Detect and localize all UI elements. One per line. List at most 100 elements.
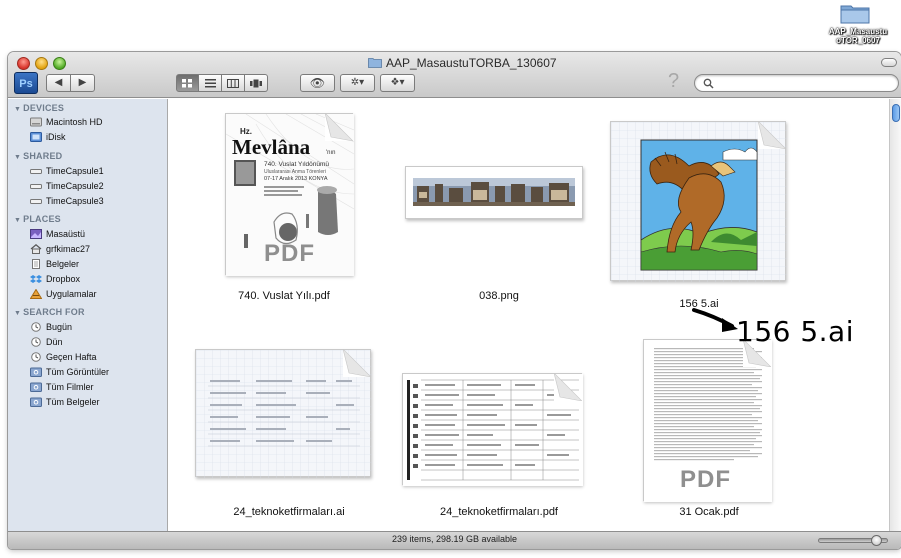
sidebar-item-bugun[interactable]: Bugün	[30, 320, 72, 334]
status-text: 239 items, 298.19 GB available	[391, 534, 518, 544]
sidebar-item-uygulamalar[interactable]: Uygulamalar	[29, 287, 97, 301]
forward-arrow-icon: ▶	[78, 77, 87, 88]
page-curl-icon	[325, 113, 353, 141]
window-title: AAP_MasaustuTORBA_130607	[368, 55, 557, 71]
file-item-038-png[interactable]: 038.png	[399, 109, 583, 309]
vertical-scrollbar[interactable]	[889, 99, 901, 531]
pdf-badge: PDF	[264, 240, 315, 267]
file-name: 31 Ocak.pdf	[679, 506, 739, 518]
photoshop-app-icon[interactable]: Ps	[14, 72, 38, 94]
file-name: 24_teknoketfirmaları.pdf	[439, 506, 558, 518]
list-view-icon	[204, 79, 216, 88]
page-curl-icon	[343, 349, 371, 377]
search-field[interactable]	[694, 74, 899, 92]
file-item-teknoket-ai[interactable]: 24_teknoketfirmaları.ai	[189, 329, 372, 529]
search-icon	[703, 78, 714, 89]
sidebar-header-shared: ▼ SHARED	[14, 151, 63, 161]
sidebar-item-dropbox[interactable]: Dropbox	[30, 272, 80, 286]
file-item-31-ocak-pdf[interactable]: PDF 31 Ocak.pdf	[629, 329, 789, 529]
coverflow-view-icon	[250, 79, 262, 88]
finder-window: AAP_MasaustuTORBA_130607 Ps ◀ ▶ 👁 ✲▾ ❖▾ …	[8, 52, 901, 549]
list-view-button[interactable]	[199, 74, 222, 92]
sidebar-item-timecapsule1[interactable]: TimeCapsule1	[30, 164, 104, 178]
sidebar-item-macintosh-hd[interactable]: Macintosh HD	[30, 115, 103, 129]
zoom-button[interactable]	[53, 57, 66, 70]
icon-size-slider[interactable]	[818, 535, 888, 546]
minimize-button[interactable]	[35, 57, 48, 70]
home-icon	[30, 244, 42, 255]
sidebar-header-places: ▼ PLACES	[14, 214, 61, 224]
file-name: 24_teknoketfirmaları.ai	[233, 506, 345, 518]
desktop-folder-label: AAP_Masaustu oTOR_0607	[828, 27, 888, 45]
file-item-156-5-ai[interactable]: 156 5.ai	[604, 109, 794, 310]
help-icon[interactable]: ?	[668, 70, 679, 93]
sidebar-item-idisk[interactable]: iDisk	[30, 130, 66, 144]
scrollbar-thumb[interactable]	[892, 104, 900, 122]
dropbox-menu-button[interactable]: ❖▾	[380, 74, 415, 92]
svg-text:07-17 Aralık 2013 KONYA: 07-17 Aralık 2013 KONYA	[264, 176, 328, 182]
slider-knob[interactable]	[871, 535, 882, 546]
dropbox-icon: ❖▾	[390, 77, 405, 88]
icon-view-icon	[182, 79, 192, 88]
folder-icon	[840, 5, 870, 24]
gear-icon: ✲▾	[350, 77, 365, 88]
sidebar-item-dun[interactable]: Dün	[30, 335, 63, 349]
forward-button[interactable]: ▶	[70, 74, 95, 92]
sidebar-header-devices: ▼ DEVICES	[14, 103, 65, 113]
sidebar-item-tum-filmler[interactable]: Tüm Filmler	[30, 380, 94, 394]
coverflow-view-button[interactable]	[245, 74, 268, 92]
back-button[interactable]: ◀	[46, 74, 71, 92]
quick-look-button[interactable]: 👁	[300, 74, 335, 92]
hard-drive-icon	[30, 117, 42, 128]
clock-icon	[30, 322, 42, 333]
file-item-teknoket-pdf[interactable]: 24_teknoketfirmaları.pdf	[394, 329, 584, 529]
sidebar-item-timecapsule2[interactable]: TimeCapsule2	[30, 179, 104, 193]
desktop: AAP_Masaustu oTOR_0607 AAP_MasaustuTORBA…	[0, 0, 901, 558]
sidebar-item-belgeler[interactable]: Belgeler	[30, 257, 79, 271]
dropbox-icon	[30, 274, 42, 285]
applications-icon	[29, 288, 43, 300]
search-input[interactable]	[717, 76, 893, 90]
clock-icon	[30, 352, 42, 363]
sidebar-item-grfkimac27[interactable]: grfkimac27	[30, 242, 90, 256]
icon-view-button[interactable]	[176, 74, 199, 92]
annotation-label: 156 5.ai	[736, 315, 854, 348]
eye-icon: 👁	[309, 76, 326, 90]
page-curl-icon	[758, 121, 786, 149]
sidebar-item-tum-belgeler[interactable]: Tüm Belgeler	[30, 395, 100, 409]
sidebar: ▼ DEVICES Macintosh HD iDisk ▼ SHARED Time…	[8, 99, 168, 531]
toolbar-toggle-button[interactable]	[881, 58, 897, 67]
pdf-badge: PDF	[680, 466, 731, 493]
desktop-folder[interactable]: AAP_Masaustu oTOR_0607	[818, 0, 898, 52]
arrow-annotation-icon	[692, 308, 738, 332]
window-title-text: AAP_MasaustuTORBA_130607	[386, 56, 557, 70]
svg-text:'nın: 'nın	[326, 150, 336, 156]
idisk-icon	[30, 132, 42, 143]
clock-icon	[30, 337, 42, 348]
svg-text:740. Vuslat Yıldönümü: 740. Vuslat Yıldönümü	[264, 161, 329, 168]
file-name: 038.png	[479, 290, 519, 302]
title-bar[interactable]: AAP_MasaustuTORBA_130607 Ps ◀ ▶ 👁 ✲▾ ❖▾ …	[8, 52, 901, 98]
page-curl-icon	[554, 373, 582, 401]
desktop-icon	[30, 229, 42, 240]
smart-folder-icon	[30, 367, 42, 378]
time-capsule-icon	[30, 181, 42, 192]
time-capsule-icon	[30, 166, 42, 177]
file-item-vuslat-pdf[interactable]: Hz. Mevlâna 'nın 740. Vuslat Yıldönümü U…	[209, 109, 359, 309]
sidebar-item-tum-goruntuler[interactable]: Tüm Görüntüler	[30, 365, 109, 379]
sidebar-item-timecapsule3[interactable]: TimeCapsule3	[30, 194, 104, 208]
png-thumbnail	[405, 166, 583, 219]
sidebar-header-search-for: ▼ SEARCH FOR	[14, 307, 85, 317]
column-view-button[interactable]	[222, 74, 245, 92]
column-view-icon	[227, 79, 239, 88]
sidebar-item-masaustu[interactable]: Masaüstü	[30, 227, 85, 241]
sidebar-item-gecen-hafta[interactable]: Geçen Hafta	[30, 350, 97, 364]
close-button[interactable]	[17, 57, 30, 70]
banner-image	[409, 170, 579, 215]
documents-icon	[30, 259, 42, 270]
smart-folder-icon	[30, 397, 42, 408]
file-name: 740. Vuslat Yılı.pdf	[238, 290, 330, 302]
time-capsule-icon	[30, 196, 42, 207]
action-menu-button[interactable]: ✲▾	[340, 74, 375, 92]
status-bar: 239 items, 298.19 GB available	[8, 531, 901, 549]
